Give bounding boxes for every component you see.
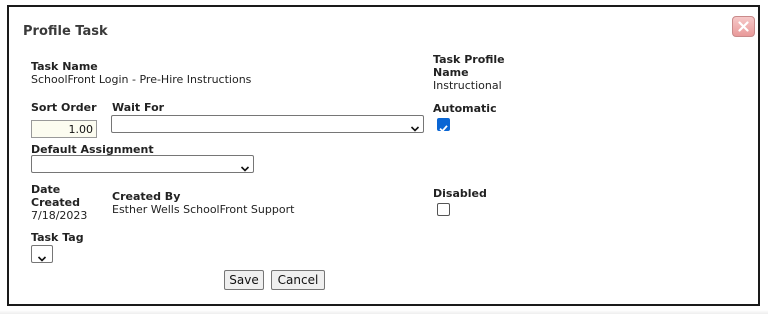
close-button[interactable] [732, 16, 755, 37]
task-profile-name-label-line2: Name [433, 66, 469, 79]
task-profile-name-label-line1: Task Profile [433, 53, 505, 66]
created-by-label: Created By [112, 190, 181, 203]
cancel-button[interactable]: Cancel [271, 270, 325, 290]
close-icon [738, 21, 749, 32]
background-edge [0, 310, 768, 314]
task-profile-name-label: Task Profile Name [433, 53, 505, 79]
automatic-checkbox[interactable] [437, 118, 450, 133]
task-name-value: SchoolFront Login - Pre-Hire Instruction… [31, 73, 252, 86]
date-created-value: 7/18/2023 [31, 209, 88, 222]
date-created-label-line1: Date [31, 183, 61, 196]
sort-order-input[interactable] [31, 120, 97, 138]
wait-for-select[interactable] [111, 115, 424, 133]
disabled-checkbox[interactable] [437, 203, 450, 216]
chevron-down-icon [240, 159, 250, 178]
checkmark-icon [439, 125, 448, 133]
date-created-label: Date Created [31, 183, 80, 209]
wait-for-label: Wait For [112, 101, 165, 114]
profile-task-dialog: Profile Task Task Name SchoolFront Login… [7, 5, 760, 306]
date-created-label-line2: Created [31, 196, 80, 209]
dialog-title: Profile Task [23, 24, 108, 39]
chevron-down-icon [410, 119, 420, 138]
automatic-label: Automatic [433, 102, 497, 115]
default-assignment-select[interactable] [31, 155, 254, 173]
save-button[interactable]: Save [224, 270, 264, 290]
disabled-label: Disabled [433, 187, 487, 200]
chevron-down-icon [37, 249, 47, 268]
task-profile-name-value: Instructional [433, 79, 502, 92]
task-tag-label: Task Tag [31, 231, 84, 244]
sort-order-label: Sort Order [31, 101, 97, 114]
created-by-value: Esther Wells SchoolFront Support [112, 203, 295, 216]
task-name-label: Task Name [31, 60, 98, 73]
task-tag-select[interactable] [31, 245, 53, 263]
